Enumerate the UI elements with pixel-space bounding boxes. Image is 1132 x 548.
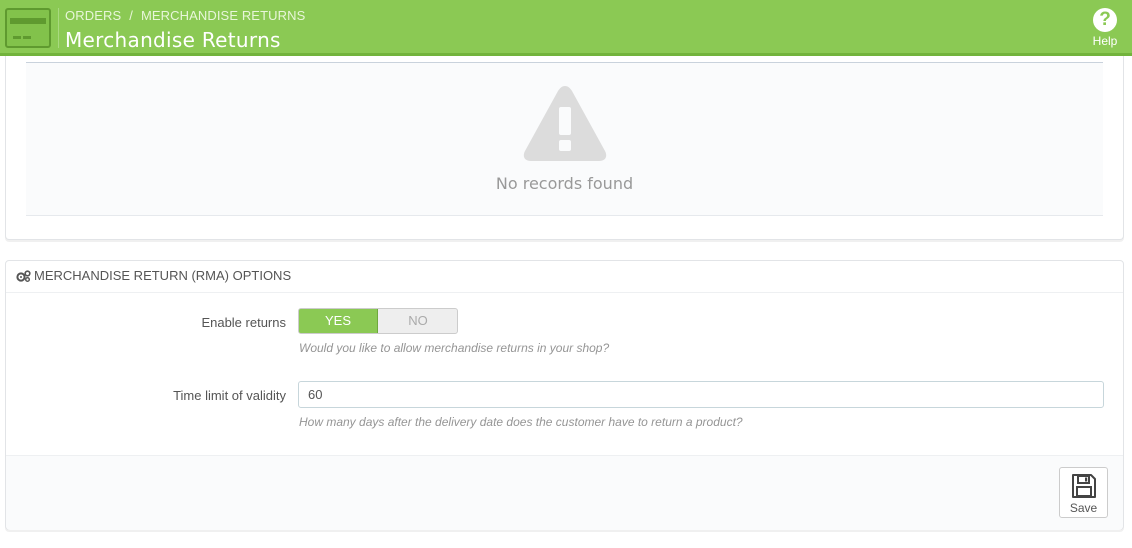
breadcrumb-separator: / [129, 8, 133, 23]
enable-returns-label: Enable returns [201, 315, 286, 330]
switch-no-option[interactable]: NO [378, 309, 457, 333]
time-limit-label: Time limit of validity [173, 388, 286, 403]
panel-heading: MERCHANDISE RETURN (RMA) OPTIONS [6, 261, 1123, 293]
enable-returns-switch[interactable]: YES NO [298, 308, 458, 334]
warning-icon [523, 86, 607, 161]
floppy-disk-icon [1071, 474, 1096, 498]
switch-yes-option[interactable]: YES [299, 309, 378, 333]
no-records-message: No records found [495, 174, 634, 193]
gears-icon [16, 270, 31, 282]
breadcrumb-item-merchandise-returns[interactable]: MERCHANDISE RETURNS [141, 8, 305, 23]
help-button[interactable]: ? Help [1090, 8, 1120, 48]
page-title: Merchandise Returns [65, 28, 281, 52]
help-label: Help [1092, 34, 1118, 48]
save-label: Save [1069, 501, 1098, 515]
panel-heading-text: MERCHANDISE RETURN (RMA) OPTIONS [34, 268, 292, 283]
header-divider [58, 8, 59, 48]
breadcrumb: ORDERS / MERCHANDISE RETURNS [65, 8, 305, 23]
breadcrumb-item-orders[interactable]: ORDERS [65, 8, 121, 23]
question-icon: ? [1093, 8, 1117, 32]
empty-list: No records found [26, 62, 1103, 216]
returns-list-panel: No records found [5, 56, 1124, 240]
time-limit-help: How many days after the delivery date do… [299, 415, 743, 429]
enable-returns-help: Would you like to allow merchandise retu… [299, 341, 610, 355]
save-button[interactable]: Save [1059, 467, 1108, 518]
panel-footer: Save [6, 455, 1123, 530]
credit-card-icon [5, 8, 51, 48]
page-header: ORDERS / MERCHANDISE RETURNS Merchandise R… [0, 0, 1132, 56]
rma-options-panel: MERCHANDISE RETURN (RMA) OPTIONS Enable … [5, 260, 1124, 530]
time-limit-input[interactable] [298, 381, 1104, 408]
